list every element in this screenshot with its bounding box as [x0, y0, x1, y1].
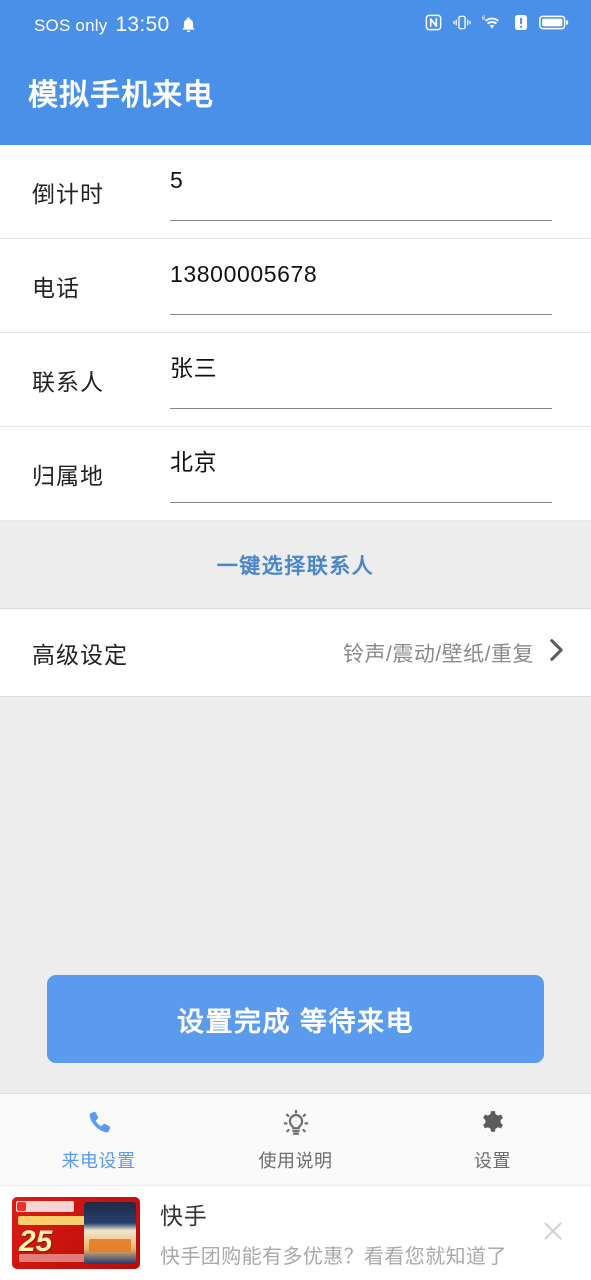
advanced-settings-value: 铃声/震动/壁纸/重复: [342, 642, 534, 666]
svg-text:6: 6: [482, 15, 486, 22]
status-bar-right: 6: [424, 13, 569, 37]
status-bar: SOS only 13:50 6: [0, 0, 591, 50]
countdown-field[interactable]: 5: [170, 163, 552, 221]
location-input[interactable]: 北京: [170, 445, 552, 479]
pick-contact-band[interactable]: 一键选择联系人: [0, 521, 591, 609]
location-field[interactable]: 北京: [170, 445, 552, 503]
ad-banner[interactable]: 25 快手 快手团购能有多优惠？看看您就知道了: [0, 1185, 591, 1280]
tab-call-settings[interactable]: 来电设置: [0, 1094, 197, 1185]
form-row-countdown: 倒计时 5: [0, 145, 591, 239]
lightbulb-icon: [282, 1106, 310, 1140]
tab-settings-label: 设置: [474, 1151, 511, 1171]
phone-field[interactable]: 13800005678: [170, 257, 552, 315]
carrier-label: SOS only: [34, 16, 108, 35]
page-title: 模拟手机来电: [28, 79, 214, 112]
ad-thumbnail[interactable]: 25: [12, 1197, 140, 1269]
content-spacer: [0, 697, 591, 975]
advanced-settings-row[interactable]: 高级设定 铃声/震动/壁纸/重复: [0, 609, 591, 697]
bottom-tab-bar: 来电设置 使用说明 设置: [0, 1093, 591, 1185]
vibrate-icon: [452, 13, 472, 37]
label-contact: 联系人: [32, 368, 104, 395]
phone-input[interactable]: 13800005678: [170, 257, 552, 291]
tab-call-settings-label: 来电设置: [61, 1151, 136, 1171]
form-row-contact: 联系人 张三: [0, 333, 591, 427]
app-screen: SOS only 13:50 6 模拟手机来电 倒计时 5 电话 1380000…: [0, 0, 591, 1280]
ad-thumb-badge: [16, 1201, 74, 1212]
tab-settings[interactable]: 设置: [394, 1094, 591, 1185]
phone-icon: [85, 1106, 113, 1140]
ad-close-button[interactable]: [531, 1218, 575, 1249]
form-row-phone: 电话 13800005678: [0, 239, 591, 333]
label-location: 归属地: [32, 462, 104, 489]
ad-description: 快手团购能有多优惠？看看您就知道了: [160, 1246, 507, 1268]
contact-input[interactable]: 张三: [170, 351, 552, 385]
alert-icon: [512, 13, 530, 37]
battery-icon: [539, 14, 569, 36]
tab-instructions[interactable]: 使用说明: [197, 1094, 394, 1185]
gear-icon: [479, 1106, 507, 1140]
label-countdown: 倒计时: [32, 180, 104, 207]
chevron-right-icon: [548, 636, 565, 669]
status-bar-left: SOS only 13:50: [34, 13, 197, 37]
form-row-location: 归属地 北京: [0, 427, 591, 521]
start-waiting-call-button[interactable]: 设置完成 等待来电: [47, 975, 544, 1063]
ad-text-block: 快手 快手团购能有多优惠？看看您就知道了: [160, 1197, 511, 1269]
countdown-input[interactable]: 5: [170, 163, 552, 197]
label-phone: 电话: [32, 274, 80, 301]
bell-icon: [180, 16, 197, 33]
cta-container: 设置完成 等待来电: [0, 975, 591, 1093]
tab-instructions-label: 使用说明: [258, 1151, 333, 1171]
pick-contact-link[interactable]: 一键选择联系人: [217, 550, 375, 580]
contact-field[interactable]: 张三: [170, 351, 552, 409]
advanced-settings-right: 铃声/震动/壁纸/重复: [343, 636, 565, 669]
ad-thumb-headline: [18, 1216, 90, 1225]
clock-label: 13:50: [115, 13, 170, 36]
app-header: SOS only 13:50 6 模拟手机来电: [0, 0, 591, 145]
ad-thumb-price: 25: [19, 1225, 53, 1258]
ad-title: 快手: [160, 1203, 208, 1229]
close-icon[interactable]: [540, 1218, 566, 1249]
nfc-icon: [424, 13, 443, 37]
call-settings-form: 倒计时 5 电话 13800005678 联系人 张三 归属地 北京: [0, 145, 591, 521]
ad-thumb-photo: [84, 1202, 136, 1264]
advanced-settings-label: 高级设定: [32, 641, 128, 668]
wifi-6-icon: 6: [481, 13, 503, 37]
